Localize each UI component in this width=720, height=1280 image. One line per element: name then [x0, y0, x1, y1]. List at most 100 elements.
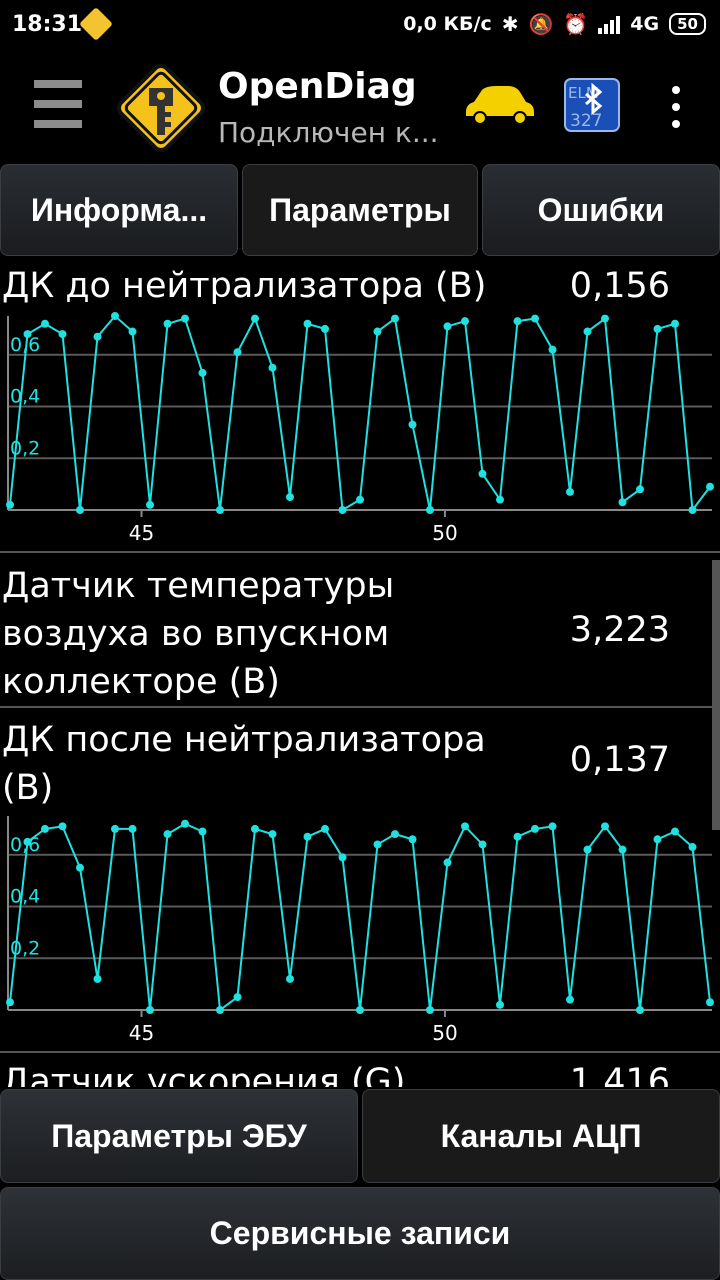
- data-point: [303, 319, 312, 328]
- data-point: [268, 363, 277, 372]
- data-point: [601, 314, 609, 323]
- status-icons: 0,0 КБ/с ✱ 🔕 ⏰ 4G 50: [403, 12, 706, 36]
- tab-errors[interactable]: Ошибки: [482, 164, 720, 256]
- data-point: [93, 974, 102, 983]
- ecu-params-button[interactable]: Параметры ЭБУ: [0, 1089, 358, 1183]
- param-name: ДК после нейтрализатора (В): [2, 720, 486, 808]
- data-point: [76, 863, 84, 872]
- series-line: [9, 822, 711, 1012]
- app-logo-icon: [117, 64, 205, 152]
- data-point: [233, 993, 242, 1002]
- data-point: [23, 330, 32, 339]
- data-point: [111, 312, 119, 320]
- network-type: 4G: [630, 13, 660, 35]
- data-point: [6, 998, 14, 1007]
- data-point: [653, 835, 662, 844]
- data-point: [198, 368, 207, 377]
- data-point: [478, 469, 487, 478]
- data-point: [356, 1006, 364, 1014]
- data-point: [583, 327, 592, 336]
- tab-parameters[interactable]: Параметры: [242, 164, 478, 256]
- data-point: [496, 495, 504, 504]
- data-point: [41, 319, 49, 328]
- menu-icon[interactable]: [34, 80, 82, 128]
- data-point: [531, 824, 539, 833]
- data-point: [443, 858, 452, 867]
- data-point: [268, 830, 277, 839]
- data-point: [688, 506, 697, 514]
- data-point: [23, 837, 32, 846]
- more-options-icon[interactable]: [662, 86, 690, 128]
- data-point: [373, 840, 382, 849]
- service-records-button[interactable]: Сервисные записи: [0, 1187, 720, 1280]
- data-point: [531, 314, 539, 323]
- line-chart: 0,20,40,64550: [6, 312, 714, 545]
- data-point: [163, 830, 172, 839]
- x-tick-label: 50: [432, 1021, 457, 1045]
- car-icon[interactable]: [462, 82, 536, 128]
- battery-icon: 50: [669, 13, 706, 35]
- param-value: 0,156: [569, 266, 670, 306]
- data-point: [548, 822, 557, 831]
- data-point: [391, 830, 399, 839]
- connection-status: Подключен к...: [218, 116, 439, 149]
- data-point: [408, 835, 417, 844]
- data-point: [163, 319, 172, 328]
- bottom-panel: Параметры ЭБУ Каналы АЦП Сервисные запис…: [0, 1087, 720, 1280]
- param-value: 0,137: [569, 740, 670, 780]
- data-point: [408, 420, 417, 429]
- data-point: [58, 822, 67, 831]
- divider: [0, 1051, 720, 1053]
- data-point: [41, 824, 49, 833]
- alarm-icon: ⏰: [563, 12, 589, 36]
- data-point: [601, 822, 609, 831]
- data-point: [618, 845, 627, 854]
- data-point: [443, 322, 452, 331]
- svg-text:327: 327: [570, 111, 602, 131]
- data-point: [93, 332, 102, 341]
- app-notification-icon: [79, 7, 113, 41]
- data-point: [373, 327, 382, 336]
- adc-channels-button[interactable]: Каналы АЦП: [362, 1089, 720, 1183]
- data-point: [233, 348, 242, 357]
- data-point: [461, 822, 469, 831]
- x-tick-label: 50: [432, 521, 457, 545]
- data-point: [671, 319, 679, 328]
- status-bar: 18:31 0,0 КБ/с ✱ 🔕 ⏰ 4G 50: [0, 0, 720, 52]
- data-point: [128, 824, 137, 833]
- tab-info[interactable]: Информа...: [0, 164, 238, 256]
- data-point: [321, 324, 329, 333]
- data-point: [6, 500, 14, 509]
- data-point: [706, 998, 714, 1007]
- divider: [0, 706, 720, 708]
- bluetooth-icon: ✱: [501, 12, 519, 36]
- data-point: [181, 819, 189, 828]
- data-point: [251, 824, 259, 833]
- y-tick-label: 0,4: [10, 886, 40, 908]
- series-line: [9, 314, 711, 513]
- data-point: [583, 845, 592, 854]
- tab-bar: Информа... Параметры Ошибки: [0, 162, 720, 258]
- line-chart: 0,20,40,64550: [6, 816, 714, 1045]
- data-point: [216, 1006, 224, 1014]
- scrollbar[interactable]: [712, 560, 720, 830]
- data-point: [618, 498, 627, 507]
- network-speed: 0,0 КБ/с: [403, 13, 492, 35]
- data-point: [706, 482, 714, 491]
- data-point: [688, 843, 697, 852]
- data-point: [566, 995, 574, 1004]
- data-point: [338, 853, 347, 862]
- data-point: [478, 840, 487, 849]
- mute-icon: 🔕: [528, 12, 554, 36]
- data-point: [303, 832, 312, 841]
- data-point: [636, 1006, 644, 1014]
- data-point: [198, 827, 207, 836]
- x-tick-label: 45: [129, 1021, 154, 1045]
- data-point: [356, 495, 364, 504]
- data-point: [286, 974, 294, 983]
- bluetooth-elm-icon[interactable]: ELM 327: [564, 78, 620, 132]
- data-point: [338, 506, 347, 514]
- param-name: ДК до нейтрализатора (В): [2, 266, 487, 306]
- data-point: [496, 1000, 504, 1009]
- data-point: [636, 485, 644, 494]
